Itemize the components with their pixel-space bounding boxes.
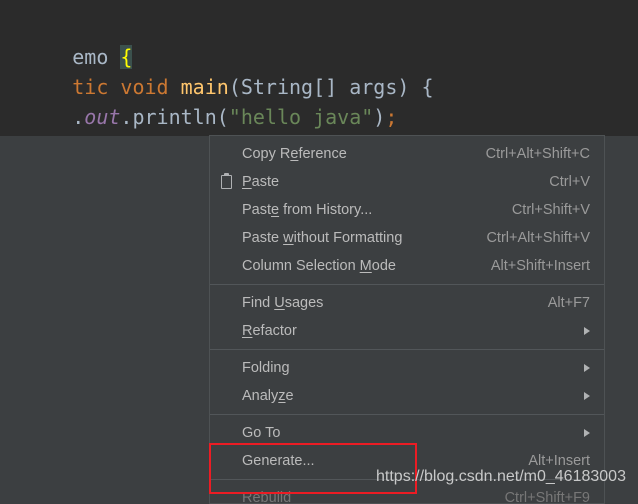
menu-item-icon-slot bbox=[210, 196, 242, 224]
menu-item-copy-reference[interactable]: Copy Reference Ctrl+Alt+Shift+C bbox=[210, 140, 604, 168]
menu-item-folding[interactable]: Folding bbox=[210, 354, 604, 382]
menu-item-label: Find Usages bbox=[242, 295, 324, 311]
menu-item-column-selection-mode[interactable]: Column Selection Mode Alt+Shift+Insert bbox=[210, 252, 604, 280]
code-token-out: out bbox=[84, 105, 121, 129]
menu-item-generate[interactable]: Generate... Alt+Insert bbox=[210, 447, 604, 475]
menu-separator bbox=[210, 479, 604, 480]
menu-item-refactor[interactable]: Refactor bbox=[210, 317, 604, 345]
chevron-right-icon bbox=[580, 364, 594, 372]
menu-item-icon-slot bbox=[210, 484, 242, 503]
menu-item-icon-slot bbox=[210, 224, 242, 252]
code-token-close-paren: ) bbox=[373, 105, 386, 129]
menu-item-shortcut: Alt+Insert bbox=[528, 453, 590, 469]
code-token-semicolon: ; bbox=[385, 105, 398, 129]
menu-item-shortcut: Alt+F7 bbox=[547, 295, 590, 311]
menu-item-icon-slot bbox=[210, 289, 242, 317]
menu-item-icon-slot bbox=[210, 354, 242, 382]
code-token-string: "hello java" bbox=[228, 105, 374, 129]
menu-item-analyze[interactable]: Analyze bbox=[210, 382, 604, 410]
menu-item-shortcut: Ctrl+Alt+Shift+C bbox=[485, 146, 590, 162]
clipboard-icon bbox=[210, 168, 242, 196]
menu-item-label: Go To bbox=[242, 425, 281, 441]
menu-item-icon-slot bbox=[210, 419, 242, 447]
menu-item-paste-from-history[interactable]: Paste from History... Ctrl+Shift+V bbox=[210, 196, 604, 224]
editor-context-menu[interactable]: Copy Reference Ctrl+Alt+Shift+C Paste Ctrl+… bbox=[209, 135, 605, 504]
code-editor[interactable]: emo { tic void main(String[] args) { .ou… bbox=[0, 0, 638, 136]
menu-item-shortcut: Ctrl+Alt+Shift+V bbox=[486, 230, 590, 246]
chevron-right-icon bbox=[580, 429, 594, 437]
menu-item-rebuild: Rebuild Ctrl+Shift+F9 bbox=[210, 484, 604, 504]
menu-separator bbox=[210, 414, 604, 415]
menu-item-paste[interactable]: Paste Ctrl+V bbox=[210, 168, 604, 196]
chevron-right-icon bbox=[580, 392, 594, 400]
menu-item-paste-without-formatting[interactable]: Paste without Formatting Ctrl+Alt+Shift+V bbox=[210, 224, 604, 252]
menu-item-shortcut: Ctrl+Shift+F9 bbox=[504, 490, 590, 504]
menu-item-label: Generate... bbox=[242, 453, 315, 469]
code-token-println: .println( bbox=[120, 105, 229, 129]
menu-item-icon-slot bbox=[210, 447, 242, 475]
menu-item-icon-slot bbox=[210, 140, 242, 168]
menu-item-label: Column Selection Mode bbox=[242, 258, 396, 274]
menu-separator bbox=[210, 284, 604, 285]
menu-item-label: Refactor bbox=[242, 323, 297, 339]
menu-item-shortcut: Ctrl+V bbox=[549, 174, 590, 190]
menu-item-label: Copy Reference bbox=[242, 146, 347, 162]
chevron-right-icon bbox=[580, 327, 594, 335]
menu-item-label: Rebuild bbox=[242, 490, 292, 504]
menu-item-label: Paste without Formatting bbox=[242, 230, 403, 246]
menu-item-icon-slot bbox=[210, 317, 242, 345]
menu-item-label: Folding bbox=[242, 360, 290, 376]
menu-item-find-usages[interactable]: Find Usages Alt+F7 bbox=[210, 289, 604, 317]
menu-item-label: Paste bbox=[242, 174, 280, 190]
screenshot-root: emo { tic void main(String[] args) { .ou… bbox=[0, 0, 638, 504]
menu-item-shortcut: Alt+Shift+Insert bbox=[490, 258, 590, 274]
menu-item-shortcut: Ctrl+Shift+V bbox=[511, 202, 590, 218]
menu-item-label: Analyze bbox=[242, 388, 294, 404]
code-token-dot1: . bbox=[72, 105, 85, 129]
menu-separator bbox=[210, 349, 604, 350]
code-line-3: .out.println("hello java"); bbox=[0, 72, 397, 136]
menu-item-go-to[interactable]: Go To bbox=[210, 419, 604, 447]
menu-item-icon-slot bbox=[210, 382, 242, 410]
menu-item-icon-slot bbox=[210, 252, 242, 280]
menu-item-label: Paste from History... bbox=[242, 202, 373, 218]
